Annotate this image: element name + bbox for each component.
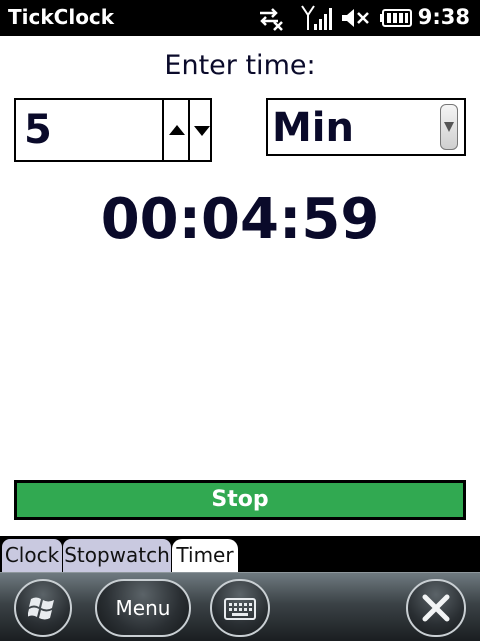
- signal-strength-icon: [301, 5, 332, 30]
- time-unit-value: Min: [272, 105, 354, 151]
- keyboard-button[interactable]: [210, 579, 270, 637]
- softkey-bar: Menu: [0, 572, 480, 641]
- increment-button[interactable]: [162, 100, 188, 160]
- windows-start-icon: [28, 597, 54, 620]
- tab-timer[interactable]: Timer: [172, 539, 238, 572]
- tab-stopwatch[interactable]: Stopwatch: [63, 539, 171, 572]
- dropdown-arrow-button[interactable]: [440, 104, 458, 150]
- close-icon: [422, 594, 450, 622]
- arrow-down-icon: [194, 126, 210, 136]
- app-title: TickClock: [8, 5, 115, 29]
- close-button[interactable]: [406, 579, 466, 637]
- time-amount-value[interactable]: 5: [24, 106, 52, 154]
- enter-time-label: Enter time:: [164, 50, 316, 81]
- start-button[interactable]: [14, 579, 72, 637]
- data-sync-off-icon: [260, 8, 283, 31]
- title-bar: TickClock 9:38: [0, 0, 480, 36]
- decrement-button[interactable]: [188, 100, 214, 160]
- arrow-up-icon: [169, 125, 185, 135]
- status-clock: 9:38: [417, 5, 470, 29]
- tab-bar: Clock Stopwatch Timer: [0, 536, 480, 572]
- chevron-down-icon: [444, 122, 454, 132]
- time-amount-stepper[interactable]: 5: [14, 98, 212, 162]
- countdown-display: 00:04:59: [100, 187, 380, 252]
- battery-icon: [380, 9, 412, 27]
- keyboard-icon: [224, 598, 256, 620]
- menu-button[interactable]: Menu: [95, 579, 191, 637]
- time-unit-dropdown[interactable]: Min: [266, 98, 466, 156]
- tab-clock[interactable]: Clock: [2, 539, 62, 572]
- stop-button[interactable]: Stop: [14, 480, 466, 520]
- speaker-muted-icon: [342, 9, 369, 27]
